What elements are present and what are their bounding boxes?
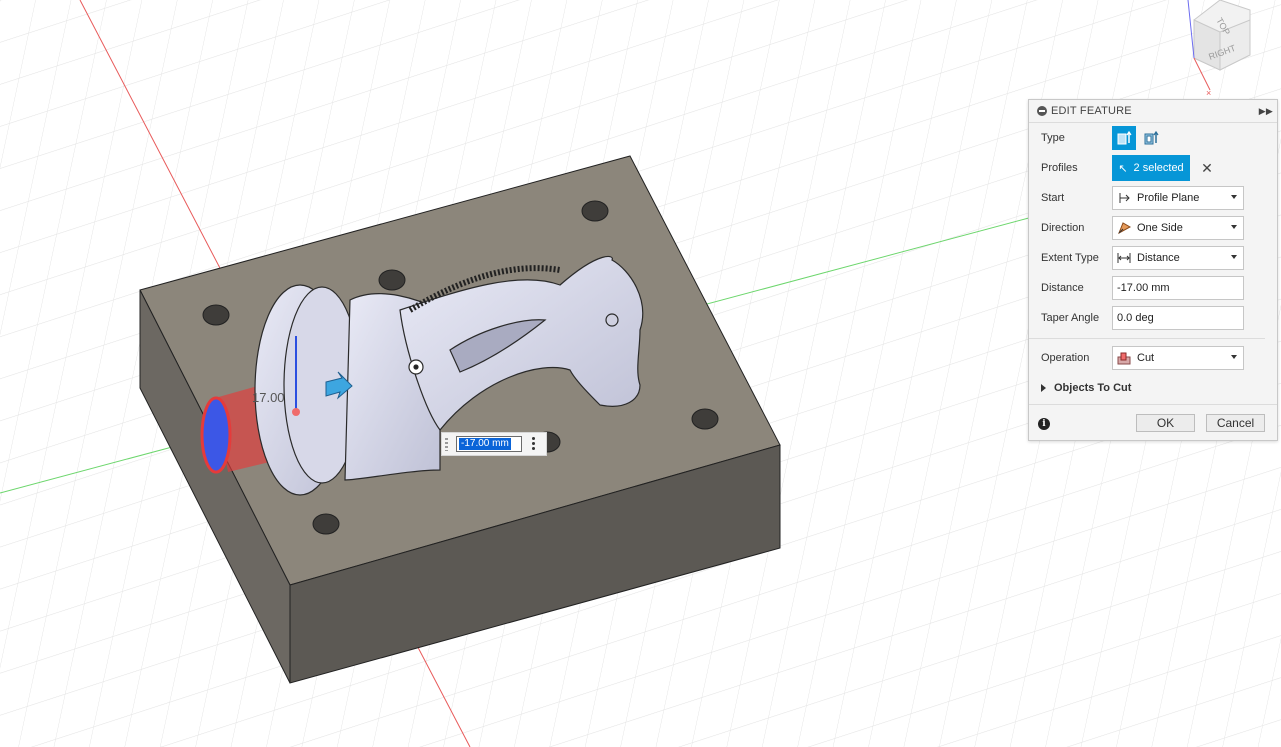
chevron-down-icon [1231, 355, 1237, 359]
type-new-body-button[interactable] [1112, 126, 1136, 150]
direction-dropdown[interactable]: One Side [1112, 216, 1244, 240]
divider [1029, 404, 1277, 405]
extrude-type-icon [1117, 130, 1132, 145]
manipulator-origin[interactable] [292, 408, 300, 416]
clear-selection-icon[interactable]: ✕ [1200, 161, 1214, 175]
objects-to-cut-label: Objects To Cut [1054, 382, 1132, 394]
cancel-button[interactable]: Cancel [1206, 414, 1265, 432]
dimension-label: 17.00 [252, 390, 285, 405]
ok-button[interactable]: OK [1136, 414, 1195, 432]
thin-extrude-icon [1144, 130, 1159, 145]
expand-triangle-icon [1041, 384, 1046, 392]
taper-angle-input[interactable]: 0.0 deg [1112, 306, 1244, 330]
start-dropdown[interactable]: Profile Plane [1112, 186, 1244, 210]
type-row: Type [1041, 132, 1111, 144]
direction-value: One Side [1137, 222, 1183, 234]
divider [1029, 338, 1265, 339]
more-options-icon[interactable] [532, 437, 535, 451]
panel-header: EDIT FEATURE ▶▶ [1029, 100, 1277, 123]
operation-dropdown[interactable]: Cut [1112, 346, 1244, 370]
operation-value: Cut [1137, 352, 1155, 364]
svg-text:×: × [1206, 88, 1211, 98]
view-cube[interactable]: TOP RIGHT × [1180, 0, 1260, 100]
one-side-icon [1117, 221, 1132, 235]
chevron-down-icon [1231, 225, 1237, 229]
expand-panel-icon[interactable]: ▶▶ [1259, 106, 1273, 117]
start-value: Profile Plane [1137, 192, 1200, 204]
taper-angle-label: Taper Angle [1041, 312, 1100, 324]
distance-input[interactable]: -17.00 mm [1112, 276, 1244, 300]
extent-type-dropdown[interactable]: Distance [1112, 246, 1244, 270]
direction-label: Direction [1041, 222, 1085, 234]
distance-value: -17.00 mm [1117, 282, 1170, 294]
distance-inline-field[interactable]: -17.00 mm [456, 436, 522, 452]
profiles-select-button[interactable]: ↖ 2 selected [1112, 155, 1190, 181]
collapse-icon[interactable] [1037, 106, 1047, 116]
distance-inline-value[interactable]: -17.00 mm [459, 438, 511, 450]
drag-grip-icon[interactable] [445, 438, 448, 451]
type-thin-button[interactable] [1139, 126, 1163, 150]
operation-label: Operation [1041, 352, 1090, 364]
edit-feature-panel: EDIT FEATURE ▶▶ Type Profiles ↖ 2 select… [1028, 99, 1278, 441]
chevron-down-icon [1231, 255, 1237, 259]
profile-plane-icon [1117, 191, 1131, 205]
distance-icon [1117, 251, 1131, 265]
extent-type-label: Extent Type [1041, 252, 1099, 264]
profiles-label: Profiles [1041, 162, 1078, 174]
cut-icon [1117, 351, 1131, 365]
info-icon[interactable]: i [1038, 418, 1050, 430]
objects-to-cut-section[interactable]: Objects To Cut [1041, 382, 1131, 394]
chevron-down-icon [1231, 195, 1237, 199]
distance-label: Distance [1041, 282, 1084, 294]
cursor-icon: ↖ [1118, 162, 1128, 175]
inline-distance-input[interactable]: -17.00 mm [441, 432, 547, 456]
type-label: Type [1041, 132, 1065, 144]
profiles-value: 2 selected [1133, 162, 1184, 174]
start-label: Start [1041, 192, 1065, 204]
extent-type-value: Distance [1137, 252, 1180, 264]
taper-angle-value: 0.0 deg [1117, 312, 1154, 324]
panel-title: EDIT FEATURE [1051, 105, 1132, 117]
